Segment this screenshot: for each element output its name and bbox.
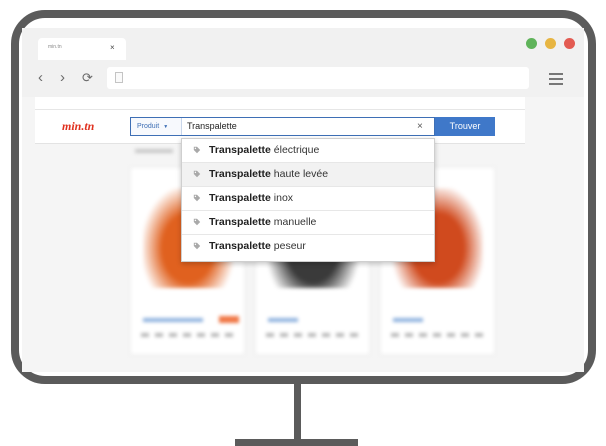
browser-tab[interactable]: min.tn ×: [38, 38, 126, 60]
reload-icon[interactable]: ⟳: [82, 70, 93, 85]
product-title: [393, 318, 423, 322]
tag-icon: [193, 194, 201, 202]
suggestion-bold: Transpalette: [209, 168, 271, 180]
product-meta: [141, 333, 236, 337]
back-icon[interactable]: ‹: [38, 70, 43, 85]
product-badge: [219, 316, 239, 323]
top-strip: [35, 97, 525, 110]
suggestion-item[interactable]: Transpalette haute levée: [182, 163, 434, 187]
search-bar: Produit ▼ Transpalette ×: [130, 117, 435, 136]
suggestion-rest: manuelle: [270, 216, 317, 228]
category-label: Produit: [137, 123, 160, 130]
tab-title: min.tn: [48, 44, 62, 50]
product-meta: [266, 333, 361, 337]
address-bar[interactable]: [107, 67, 529, 89]
breadcrumb: [135, 149, 173, 153]
search-input[interactable]: Transpalette: [187, 118, 237, 135]
tag-icon: [193, 218, 201, 226]
search-button[interactable]: Trouver: [435, 117, 495, 136]
suggestion-rest: électrique: [270, 144, 320, 156]
tag-icon: [193, 242, 201, 250]
suggestion-bold: Transpalette: [209, 144, 271, 156]
suggestion-item[interactable]: Transpalette manuelle: [182, 211, 434, 235]
clear-icon[interactable]: ×: [417, 118, 423, 135]
tag-icon: [193, 146, 201, 154]
site-logo[interactable]: min.tn: [62, 119, 94, 134]
suggestion-item[interactable]: Transpalette peseur: [182, 235, 434, 259]
product-title: [143, 318, 203, 322]
monitor-stand: [294, 383, 301, 441]
suggestion-rest: haute levée: [270, 168, 329, 180]
category-select[interactable]: Produit ▼: [131, 118, 182, 135]
tab-close-icon[interactable]: ×: [110, 43, 115, 52]
caret-down-icon: ▼: [163, 124, 169, 130]
window-dot-yellow[interactable]: [545, 38, 556, 49]
suggestion-bold: Transpalette: [209, 216, 271, 228]
forward-icon[interactable]: ›: [60, 70, 65, 85]
page-icon: [115, 72, 123, 83]
suggestion-bold: Transpalette: [209, 240, 271, 252]
suggestion-bold: Transpalette: [209, 192, 271, 204]
suggestion-rest: peseur: [270, 240, 306, 252]
product-meta: [391, 333, 486, 337]
tag-icon: [193, 170, 201, 178]
window-dot-red[interactable]: [564, 38, 575, 49]
menu-icon[interactable]: [549, 73, 563, 88]
suggestion-item[interactable]: Transpalette inox: [182, 187, 434, 211]
suggestion-item[interactable]: Transpalette électrique: [182, 139, 434, 163]
monitor-base: [235, 439, 358, 446]
window-dot-green[interactable]: [526, 38, 537, 49]
suggestion-rest: inox: [270, 192, 294, 204]
autocomplete-dropdown: Transpalette électrique Transpalette hau…: [181, 138, 435, 262]
product-title: [268, 318, 298, 322]
